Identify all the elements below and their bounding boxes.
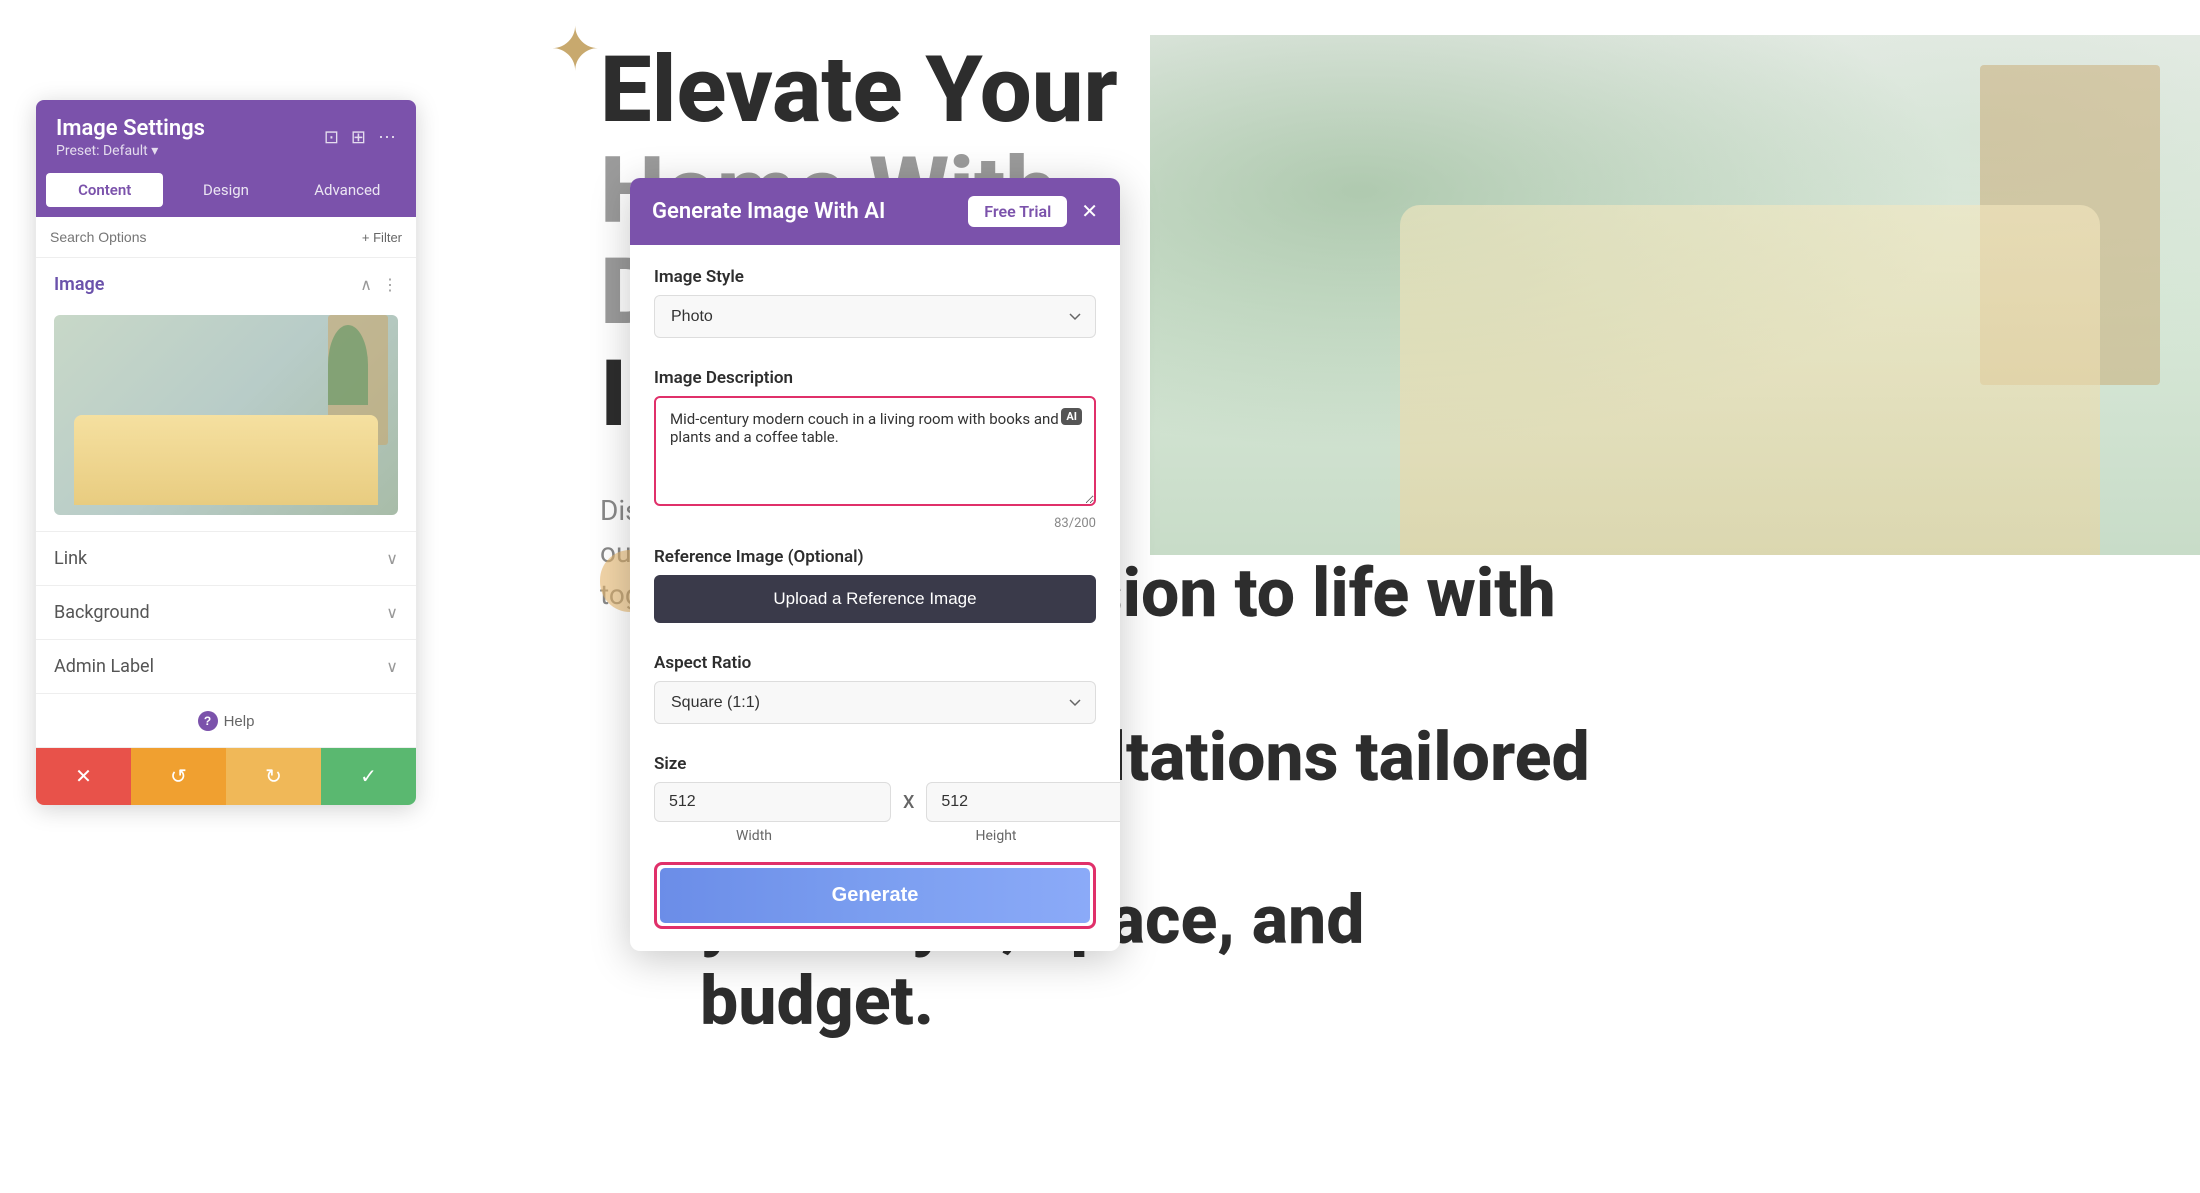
admin-label-section: Admin Label ∨: [36, 640, 416, 694]
reference-image-label: Reference Image (Optional): [654, 547, 1096, 567]
image-preview: [36, 311, 416, 531]
size-inputs-row: X: [654, 782, 1096, 822]
width-input[interactable]: [654, 782, 891, 822]
sofa-decoration: [1400, 205, 2100, 555]
x-spacer: [866, 828, 884, 844]
tab-content[interactable]: Content: [46, 173, 163, 207]
generate-button[interactable]: Generate: [660, 868, 1090, 923]
image-section-chevron-up: ∧: [360, 275, 372, 294]
ai-badge: AI: [1061, 408, 1082, 425]
help-label: Help: [224, 713, 255, 730]
aspect-ratio-field: Aspect Ratio Square (1:1)Landscape (16:9…: [654, 653, 1096, 740]
search-input[interactable]: [50, 229, 354, 245]
image-section-header[interactable]: Image ∧ ⋮: [36, 258, 416, 311]
redo-button[interactable]: ↻: [226, 748, 321, 805]
admin-label-section-title: Admin Label: [54, 656, 154, 677]
panel-title: Image Settings: [56, 116, 205, 141]
description-wrapper: AI: [654, 396, 1096, 510]
modal-header-right: Free Trial ✕: [968, 196, 1098, 227]
preview-sofa: [74, 415, 378, 505]
image-preview-box: [54, 315, 398, 515]
width-label: Width: [654, 828, 854, 844]
image-section-more[interactable]: ⋮: [382, 275, 398, 294]
admin-label-section-chevron: ∨: [386, 657, 398, 676]
background-section: Background ∨: [36, 586, 416, 640]
background-section-chevron: ∨: [386, 603, 398, 622]
aspect-ratio-select[interactable]: Square (1:1)Landscape (16:9)Portrait (9:…: [654, 681, 1096, 724]
panel-bottom: ? Help: [36, 694, 416, 747]
modal-header: Generate Image With AI Free Trial ✕: [630, 178, 1120, 245]
background-section-title: Background: [54, 602, 150, 623]
tab-design[interactable]: Design: [167, 173, 284, 207]
panel-tabs: Content Design Advanced: [36, 173, 416, 217]
preset-label[interactable]: Preset: Default ▾: [56, 143, 205, 159]
more-options-icon[interactable]: ⋯: [378, 127, 396, 148]
free-trial-badge: Free Trial: [968, 196, 1067, 227]
panel-header-icons: ⊡ ⊞ ⋯: [324, 127, 396, 148]
admin-label-section-header[interactable]: Admin Label ∨: [36, 640, 416, 693]
tab-advanced[interactable]: Advanced: [289, 173, 406, 207]
hero-image: [1150, 35, 2200, 555]
height-label: Height: [896, 828, 1096, 844]
link-section: Link ∨: [36, 532, 416, 586]
reference-image-field: Reference Image (Optional) Upload a Refe…: [654, 547, 1096, 639]
size-labels-row: Width Height: [654, 828, 1096, 844]
size-label: Size: [654, 754, 1096, 774]
aspect-ratio-label: Aspect Ratio: [654, 653, 1096, 673]
upload-reference-button[interactable]: Upload a Reference Image: [654, 575, 1096, 623]
size-field: Size X Width Height: [654, 754, 1096, 844]
image-section-title: Image: [54, 274, 104, 295]
link-section-chevron: ∨: [386, 549, 398, 568]
image-section: Image ∧ ⋮: [36, 258, 416, 532]
background-section-header[interactable]: Background ∨: [36, 586, 416, 639]
panel-header-left: Image Settings Preset: Default ▾: [56, 116, 205, 159]
char-count: 83/200: [654, 516, 1096, 531]
modal-body: Image Style PhotoIllustrationPaintingSke…: [630, 245, 1120, 951]
cancel-button[interactable]: ✕: [36, 748, 131, 805]
generate-image-modal: Generate Image With AI Free Trial ✕ Imag…: [630, 178, 1120, 951]
panel-header: Image Settings Preset: Default ▾ ⊡ ⊞ ⋯: [36, 100, 416, 173]
panel-footer: ✕ ↺ ↻ ✓: [36, 747, 416, 805]
modal-close-button[interactable]: ✕: [1081, 202, 1098, 222]
undo-button[interactable]: ↺: [131, 748, 226, 805]
generate-button-wrapper: Generate: [654, 862, 1096, 929]
layout-icon[interactable]: ⊞: [351, 127, 366, 148]
size-x-separator: X: [903, 792, 914, 813]
help-icon: ?: [198, 711, 218, 731]
image-description-label: Image Description: [654, 368, 1096, 388]
link-section-title: Link: [54, 548, 87, 569]
image-settings-panel: Image Settings Preset: Default ▾ ⊡ ⊞ ⋯ C…: [36, 100, 416, 805]
link-section-header[interactable]: Link ∨: [36, 532, 416, 585]
image-style-field: Image Style PhotoIllustrationPaintingSke…: [654, 267, 1096, 354]
modal-title: Generate Image With AI: [652, 199, 885, 224]
preview-plant: [328, 325, 368, 405]
height-input[interactable]: [926, 782, 1120, 822]
save-button[interactable]: ✓: [321, 748, 416, 805]
description-textarea[interactable]: [654, 396, 1096, 506]
filter-button[interactable]: + Filter: [362, 230, 402, 245]
image-style-label: Image Style: [654, 267, 1096, 287]
search-bar: + Filter: [36, 217, 416, 258]
image-style-select[interactable]: PhotoIllustrationPaintingSketch: [654, 295, 1096, 338]
help-button[interactable]: ? Help: [198, 711, 255, 731]
fullscreen-icon[interactable]: ⊡: [324, 127, 339, 148]
image-description-field: Image Description AI 83/200: [654, 368, 1096, 531]
star-decoration: ✦: [550, 20, 600, 80]
